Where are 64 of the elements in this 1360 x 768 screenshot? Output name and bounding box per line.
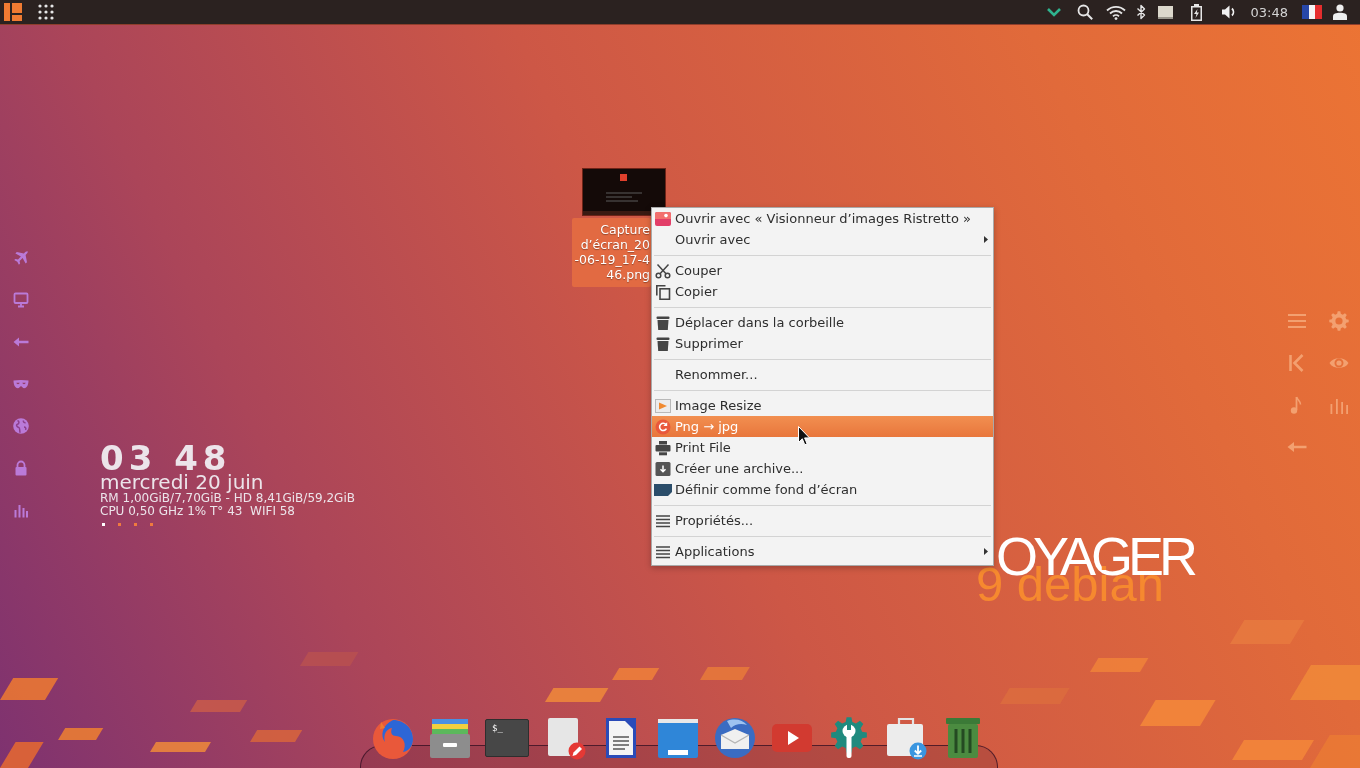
menu-item[interactable]: Print File bbox=[652, 437, 993, 458]
bar-chart-icon[interactable] bbox=[13, 502, 29, 518]
bluetooth-icon[interactable] bbox=[1135, 4, 1146, 20]
globe-icon[interactable] bbox=[13, 418, 29, 434]
battery-icon[interactable] bbox=[1190, 3, 1202, 21]
wallpaper-tile bbox=[58, 728, 104, 740]
grid-icon[interactable] bbox=[38, 4, 54, 20]
wifi-icon[interactable] bbox=[1105, 4, 1126, 20]
wallpaper-tile bbox=[250, 730, 303, 742]
list-icon bbox=[655, 543, 671, 560]
wallpaper-tile bbox=[1090, 658, 1149, 672]
bag-download-icon[interactable] bbox=[884, 716, 928, 760]
wallpaper-tile bbox=[612, 668, 660, 680]
list-icon bbox=[655, 512, 671, 529]
system-stats-text: CPU 0,50 GHz 1% T° 43 WIFI 58 bbox=[100, 505, 295, 518]
wallpaper-tile bbox=[1290, 665, 1360, 700]
menu-item[interactable]: Couper bbox=[652, 260, 993, 281]
terminal-launcher[interactable]: $_ bbox=[485, 719, 529, 757]
wallpaper-tile bbox=[0, 678, 59, 700]
flag-icon[interactable] bbox=[1302, 5, 1322, 19]
lock-icon[interactable] bbox=[13, 460, 29, 476]
menu-item[interactable]: Copier bbox=[652, 281, 993, 302]
screenshot-thumbnail[interactable] bbox=[582, 168, 666, 216]
search-icon[interactable] bbox=[1076, 4, 1093, 20]
envelope-icon[interactable] bbox=[713, 716, 757, 760]
folded-card-icon bbox=[654, 481, 672, 498]
menu-item[interactable]: Renommer... bbox=[652, 364, 993, 385]
file-cabinet-icon[interactable] bbox=[428, 716, 472, 760]
clock-time: 03 48 bbox=[100, 443, 232, 473]
menu-item[interactable]: Ouvrir avec « Visionneur d’images Ristretto » bbox=[652, 208, 993, 229]
menu-item[interactable]: Créer une archive... bbox=[652, 458, 993, 479]
wallpaper-tile bbox=[1310, 735, 1360, 768]
monitor-icon[interactable] bbox=[13, 292, 29, 308]
scissors-icon bbox=[655, 262, 671, 279]
menu-item[interactable]: Propriétés... bbox=[652, 510, 993, 531]
menu-item[interactable]: Définir comme fond d’écran bbox=[652, 479, 993, 500]
play-tile-icon bbox=[655, 397, 671, 414]
wallpaper-tile bbox=[150, 742, 211, 752]
printer-icon bbox=[655, 439, 671, 456]
clock-text[interactable]: 03:48 bbox=[1250, 4, 1288, 20]
menu-item[interactable]: Déplacer dans la corbeille bbox=[652, 312, 993, 333]
menu-item[interactable]: Image Resize bbox=[652, 395, 993, 416]
wallpaper-tile bbox=[545, 688, 609, 702]
archive-icon bbox=[655, 460, 671, 477]
menu-item[interactable]: Applications bbox=[652, 541, 993, 562]
refresh-icon bbox=[655, 418, 671, 435]
clock-date: mercredi 20 juin bbox=[100, 472, 264, 492]
screen-icon[interactable] bbox=[1157, 5, 1173, 19]
user-icon[interactable] bbox=[1333, 4, 1347, 20]
wallpaper-tile bbox=[0, 742, 44, 768]
cursor-icon bbox=[798, 426, 810, 446]
picture-icon bbox=[655, 210, 671, 227]
wallpaper-tile bbox=[700, 667, 750, 680]
chevron-down-icon[interactable] bbox=[1045, 6, 1062, 18]
system-stats-text: RM 1,00GiB/7,70GiB - HD 8,41GiB/59,2GiB bbox=[100, 492, 355, 505]
window-icon[interactable] bbox=[656, 716, 700, 760]
trash-icon bbox=[655, 335, 671, 352]
trash-icon bbox=[655, 314, 671, 331]
wallpaper-tile bbox=[190, 700, 248, 712]
volume-icon[interactable] bbox=[1220, 4, 1237, 20]
menu-item[interactable]: Supprimer bbox=[652, 333, 993, 354]
tiles-logo-icon[interactable] bbox=[4, 3, 22, 21]
menu-item[interactable]: Ouvrir avec bbox=[652, 229, 993, 250]
copy-icon bbox=[655, 283, 671, 300]
